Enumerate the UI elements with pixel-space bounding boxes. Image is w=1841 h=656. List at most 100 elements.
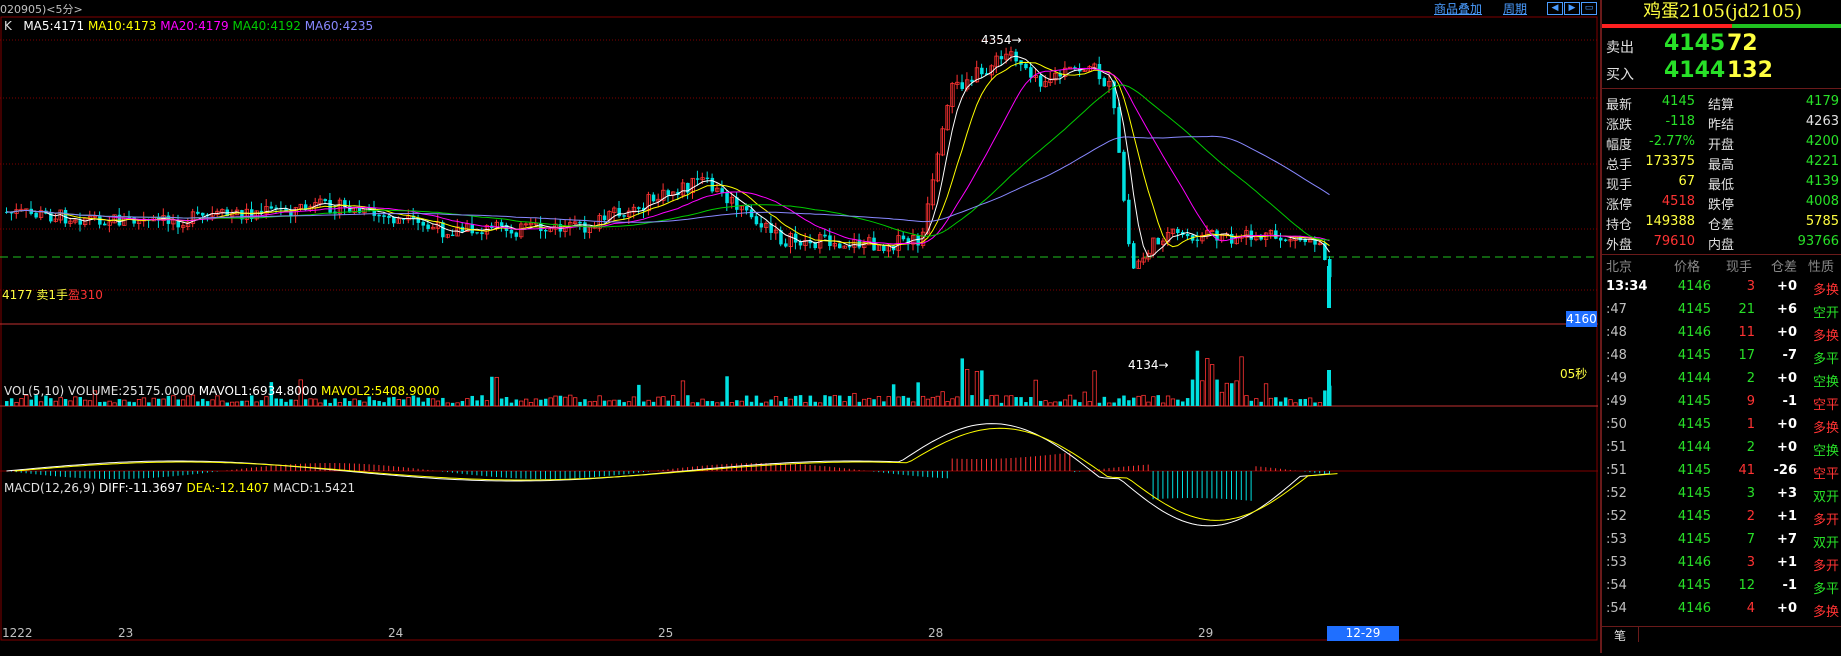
legend-ma40: MA40:4192: [232, 19, 301, 33]
tick-row[interactable]: :47 4145 21 +6 空开: [1602, 299, 1841, 321]
window-title: 020905)<5分>: [0, 3, 83, 16]
restore-icon[interactable]: ▭: [1581, 2, 1597, 15]
stat-value: 4200: [1805, 134, 1839, 149]
stat-label: 仓差: [1708, 218, 1735, 233]
stat-label: 最高: [1708, 158, 1735, 173]
tick-volume: 2: [1746, 509, 1755, 524]
stat-label: 最低: [1708, 178, 1735, 193]
tick-oi-change: +0: [1777, 417, 1797, 432]
stat-value: -2.77%: [1649, 134, 1695, 149]
tick-row[interactable]: :49 4144 2 +0 空换: [1602, 368, 1841, 390]
tick-nature: 空平: [1812, 467, 1839, 482]
chart-grid: [0, 16, 1598, 641]
tick-price: 4144: [1677, 371, 1711, 386]
tick-volume: 3: [1746, 279, 1755, 294]
tick-row[interactable]: :52 4145 2 +1 多开: [1602, 506, 1841, 528]
tick-row[interactable]: :50 4145 1 +0 多换: [1602, 414, 1841, 436]
tick-time: :50: [1606, 417, 1627, 432]
tab-ticks[interactable]: 笔: [1602, 627, 1639, 643]
tick-row[interactable]: :48 4146 11 +0 多换: [1602, 322, 1841, 344]
tick-price: 4145: [1677, 532, 1711, 547]
tick-time: :52: [1606, 509, 1627, 524]
tick-volume: 9: [1746, 394, 1755, 409]
tick-time: 13:34: [1606, 279, 1648, 294]
legend-ma60: MA60:4235: [304, 19, 374, 33]
tick-volume: 4: [1746, 601, 1755, 616]
tick-time: :53: [1606, 555, 1627, 570]
tick-row[interactable]: :53 4145 7 +7 双开: [1602, 529, 1841, 551]
kline-chart[interactable]: [0, 16, 1600, 641]
volume-legend: VOL(5,10) VOLUME:25175.0000 MAVOL1:6934.…: [4, 384, 440, 398]
tick-oi-change: +0: [1777, 440, 1797, 455]
ticks-header-volume: 现手: [1726, 260, 1753, 275]
stat-row: 涨跌 -118 昨结 4263: [1602, 112, 1841, 133]
legend-ma10: MA10:4173: [87, 19, 157, 33]
tick-oi-change: +1: [1777, 555, 1797, 570]
ask-volume: 72: [1727, 31, 1758, 56]
tick-row[interactable]: :51 4145 41 -26 空平: [1602, 460, 1841, 482]
position-tag[interactable]: 4177 卖1手盈310: [2, 286, 103, 303]
prev-icon[interactable]: ◀: [1547, 2, 1563, 15]
tick-row[interactable]: :48 4145 17 -7 多平: [1602, 345, 1841, 367]
tick-price: 4146: [1677, 555, 1711, 570]
ask-row: 卖出 4145 72: [1602, 30, 1841, 58]
tick-oi-change: +6: [1777, 302, 1797, 317]
bid-price[interactable]: 4144: [1664, 58, 1725, 83]
stat-label: 总手: [1606, 158, 1633, 173]
tick-price: 4146: [1677, 279, 1711, 294]
period-link[interactable]: 周期: [1503, 0, 1527, 17]
tick-price: 4145: [1677, 486, 1711, 501]
tick-row[interactable]: :51 4144 2 +0 空换: [1602, 437, 1841, 459]
stat-label: 跌停: [1708, 198, 1735, 213]
ticks-header-oi: 仓差: [1771, 260, 1798, 275]
tick-row[interactable]: :54 4146 4 +0 多换: [1602, 598, 1841, 620]
low-label: 4134: [1128, 358, 1159, 372]
tick-time: :54: [1606, 578, 1627, 593]
stat-label: 开盘: [1708, 138, 1735, 153]
stat-value: 4518: [1661, 194, 1695, 209]
tick-time: :49: [1606, 371, 1627, 386]
stat-label: 结算: [1708, 98, 1735, 113]
quote-panel: 鸡蛋2105(jd2105) 卖出 4145 72 买入 4144 132 最新…: [1600, 0, 1841, 653]
tick-nature: 空平: [1812, 398, 1839, 413]
stat-row: 现手 67 最低 4139: [1602, 172, 1841, 193]
stat-row: 最新 4145 结算 4179: [1602, 92, 1841, 113]
tick-row[interactable]: :49 4145 9 -1 空平: [1602, 391, 1841, 413]
tick-price: 4145: [1677, 463, 1711, 478]
stat-value: 4139: [1805, 174, 1839, 189]
contract-title[interactable]: 鸡蛋2105(jd2105): [1602, 0, 1841, 24]
ask-label: 卖出: [1606, 40, 1634, 56]
tick-row[interactable]: :54 4145 12 -1 多平: [1602, 575, 1841, 597]
next-icon[interactable]: ▶: [1564, 2, 1580, 15]
tick-volume: 1: [1746, 417, 1755, 432]
tick-price: 4146: [1677, 601, 1711, 616]
stat-row: 外盘 79610 内盘 93766: [1602, 232, 1841, 253]
tick-nature: 双开: [1812, 490, 1839, 505]
tick-time: :48: [1606, 348, 1627, 363]
tick-nature: 多换: [1812, 605, 1839, 620]
overlay-link[interactable]: 商品叠加: [1434, 0, 1482, 17]
tick-oi-change: +0: [1777, 325, 1797, 340]
tick-price: 4145: [1677, 578, 1711, 593]
tick-time: :52: [1606, 486, 1627, 501]
stat-value: 79610: [1653, 234, 1695, 249]
tick-row[interactable]: :53 4146 3 +1 多开: [1602, 552, 1841, 574]
tick-nature: 多平: [1812, 582, 1839, 597]
tick-nature: 空开: [1812, 306, 1839, 321]
tick-oi-change: -26: [1773, 463, 1798, 478]
tick-price: 4145: [1677, 509, 1711, 524]
ask-price[interactable]: 4145: [1664, 31, 1725, 56]
tick-nature: 多平: [1812, 352, 1839, 367]
tick-oi-change: +1: [1777, 509, 1797, 524]
tick-volume: 17: [1738, 348, 1755, 363]
xaxis-label-3: 24: [388, 626, 404, 640]
tick-row[interactable]: 13:34 4146 3 +0 多换: [1602, 276, 1841, 298]
stat-label: 内盘: [1708, 238, 1735, 253]
countdown-label: 05秒: [1560, 367, 1588, 381]
tick-oi-change: +0: [1777, 601, 1797, 616]
stat-value: 173375: [1645, 154, 1695, 169]
vol-legend-mavol2: MAVOL2:5408.9000: [321, 384, 440, 398]
divider: [1602, 88, 1841, 89]
tick-row[interactable]: :52 4145 3 +3 双开: [1602, 483, 1841, 505]
stat-row: 总手 173375 最高 4221: [1602, 152, 1841, 173]
